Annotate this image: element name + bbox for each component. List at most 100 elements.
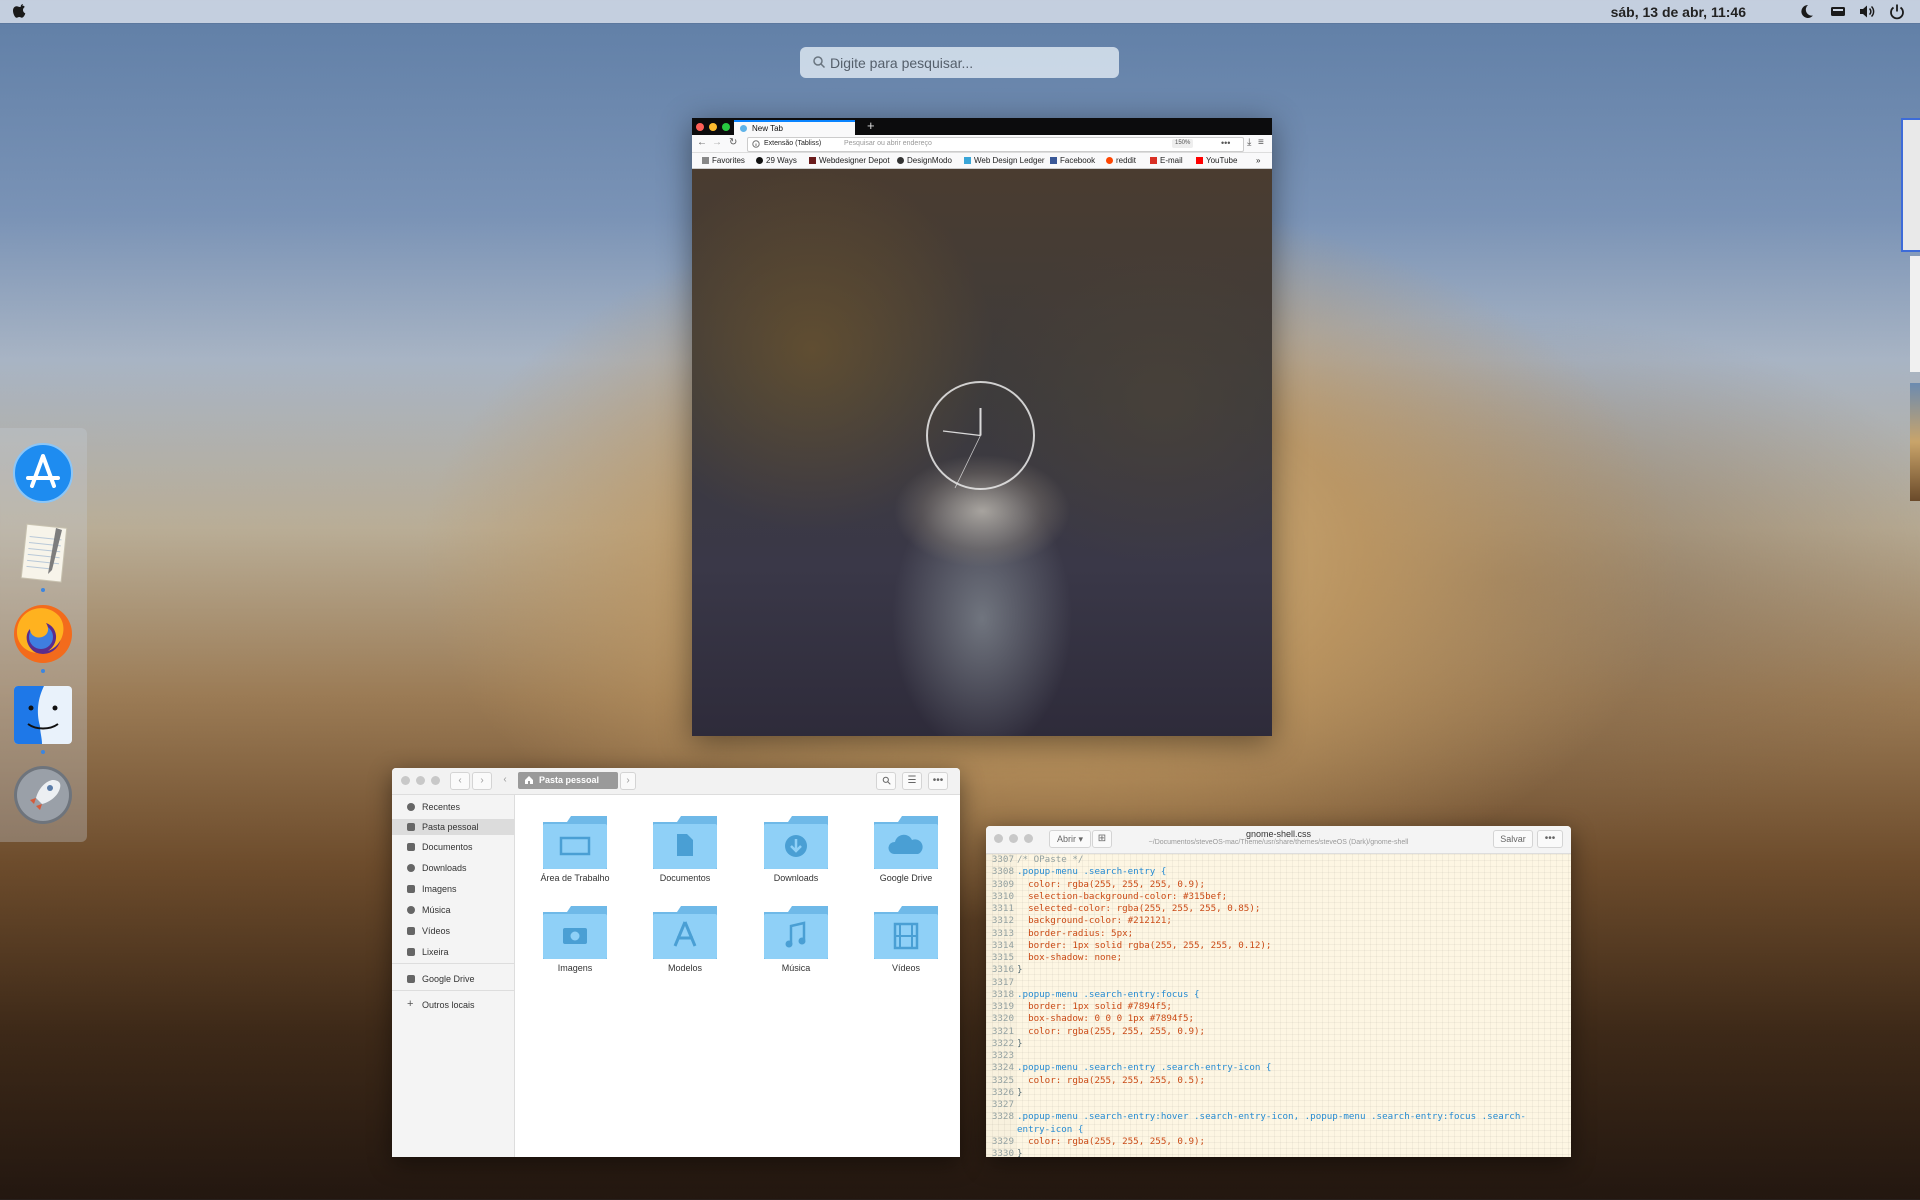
folder-modelos[interactable]: Modelos bbox=[638, 904, 728, 984]
bookmark-item[interactable]: DesignModo bbox=[897, 156, 952, 165]
text-editor-window[interactable]: Abrir ▾ ⊞ gnome-shell.css ~/Documentos/s… bbox=[986, 826, 1571, 1157]
info-icon[interactable] bbox=[752, 140, 760, 148]
music-icon bbox=[407, 906, 415, 914]
back-button[interactable]: ‹ bbox=[450, 772, 470, 790]
reload-icon[interactable]: ↻ bbox=[729, 137, 737, 149]
folder-label: Google Drive bbox=[879, 873, 933, 883]
editor-headerbar: Abrir ▾ ⊞ gnome-shell.css ~/Documentos/s… bbox=[986, 826, 1571, 854]
minimize-button[interactable] bbox=[1009, 834, 1018, 843]
menu-icon[interactable]: ≡ bbox=[1258, 137, 1264, 149]
bookmark-item[interactable]: YouTube bbox=[1196, 156, 1237, 165]
bookmark-item[interactable]: E-mail bbox=[1150, 156, 1183, 165]
back-icon[interactable]: ← bbox=[697, 137, 707, 149]
workspace-thumbnail[interactable] bbox=[1910, 383, 1920, 501]
sidebar-item-recentes[interactable]: Recentes bbox=[392, 799, 514, 815]
url-bar[interactable]: Extensão (Tabliss) Pesquisar ou abrir en… bbox=[747, 137, 1244, 152]
sidebar-item-google-drive[interactable]: Google Drive bbox=[392, 971, 514, 987]
close-button[interactable] bbox=[401, 776, 410, 785]
save-button[interactable]: Salvar bbox=[1493, 830, 1533, 848]
sidebar-divider bbox=[392, 990, 514, 991]
minimize-button[interactable] bbox=[416, 776, 425, 785]
line-number: 3326 bbox=[991, 1086, 1014, 1098]
moon-icon[interactable] bbox=[1797, 2, 1817, 21]
code-line: .popup-menu .search-entry .search-entry-… bbox=[1017, 1062, 1272, 1074]
code-line: color: rgba(255, 255, 255, 0.9); bbox=[1017, 1135, 1206, 1147]
dock-app-store[interactable] bbox=[12, 442, 74, 504]
folder-videos[interactable]: Vídeos bbox=[859, 904, 949, 984]
code-line: } bbox=[1017, 1037, 1023, 1049]
bookmark-item[interactable]: 29 Ways bbox=[756, 156, 797, 165]
code-text[interactable]: /* OPaste */.popup-menu .search-entry { … bbox=[1017, 854, 1562, 1157]
menu-icon[interactable]: ••• bbox=[928, 772, 948, 790]
files-window[interactable]: ‹ › ‹ Pasta pessoal › ☰ ••• Recentes Pas… bbox=[392, 768, 960, 1157]
dock-finder[interactable] bbox=[12, 684, 74, 746]
download-icon bbox=[407, 864, 415, 872]
sidebar-item-downloads[interactable]: Downloads bbox=[392, 860, 514, 876]
maximize-button[interactable] bbox=[722, 123, 730, 131]
breadcrumb[interactable]: Pasta pessoal bbox=[518, 772, 618, 789]
folder-documentos[interactable]: Documentos bbox=[638, 814, 728, 894]
bookmark-item[interactable]: Favorites bbox=[702, 156, 745, 165]
volume-icon[interactable] bbox=[1857, 2, 1877, 21]
maximize-button[interactable] bbox=[1024, 834, 1033, 843]
view-list-icon[interactable]: ☰ bbox=[902, 772, 922, 790]
sidebar-item-imagens[interactable]: Imagens bbox=[392, 881, 514, 897]
bookmark-item[interactable]: Facebook bbox=[1050, 156, 1095, 165]
line-number: 3308 bbox=[991, 866, 1014, 878]
code-line: color: rgba(255, 255, 255, 0.9); bbox=[1017, 878, 1206, 890]
sidebar-item-musica[interactable]: Música bbox=[392, 902, 514, 918]
home-icon bbox=[407, 823, 415, 831]
bookmark-favicon bbox=[756, 157, 763, 164]
open-button[interactable]: Abrir ▾ bbox=[1049, 830, 1091, 848]
sidebar-item-lixeira[interactable]: Lixeira bbox=[392, 944, 514, 960]
browser-window[interactable]: New Tab + ← → ↻ Extensão (Tabliss) Pesqu… bbox=[692, 118, 1272, 736]
search-entry[interactable]: Digite para pesquisar... bbox=[800, 47, 1119, 78]
sidebar-item-pasta-pessoal[interactable]: Pasta pessoal bbox=[392, 819, 514, 835]
minimize-button[interactable] bbox=[709, 123, 717, 131]
tab-new-tab[interactable]: New Tab bbox=[734, 120, 855, 135]
bookmark-item[interactable]: Webdesigner Depot bbox=[809, 156, 890, 165]
zoom-badge[interactable]: 150% bbox=[1172, 139, 1194, 148]
running-indicator bbox=[41, 750, 45, 754]
dock-firefox[interactable] bbox=[12, 603, 74, 665]
drive-icon bbox=[407, 975, 415, 983]
apple-icon[interactable] bbox=[12, 2, 28, 20]
close-button[interactable] bbox=[994, 834, 1003, 843]
folder-downloads[interactable]: Downloads bbox=[749, 814, 839, 894]
dock-launchpad[interactable] bbox=[12, 764, 74, 826]
bookmark-item[interactable]: Web Design Ledger bbox=[964, 156, 1045, 165]
path-left-icon[interactable]: ‹ bbox=[498, 772, 512, 788]
menu-icon[interactable]: ••• bbox=[1537, 830, 1563, 848]
download-icon[interactable]: ⤓ bbox=[1247, 137, 1251, 149]
running-indicator bbox=[41, 669, 45, 673]
workspace-thumbnail-active[interactable] bbox=[1901, 118, 1920, 252]
folder-area-de-trabalho[interactable]: Área de Trabalho bbox=[528, 814, 618, 894]
close-button[interactable] bbox=[696, 123, 704, 131]
keyboard-icon[interactable] bbox=[1828, 2, 1848, 21]
dock-text-editor[interactable] bbox=[12, 522, 74, 584]
forward-icon[interactable]: → bbox=[712, 137, 722, 149]
code-view[interactable]: 3307 3308 3309 3310 3311 3312 3313 3314 3315 3316… bbox=[986, 854, 1571, 1157]
clock[interactable]: sáb, 13 de abr, 11:46 bbox=[1611, 4, 1746, 20]
firefox-icon bbox=[14, 605, 72, 663]
search-button[interactable] bbox=[876, 772, 896, 790]
folder-imagens[interactable]: Imagens bbox=[528, 904, 618, 984]
sidebar-item-outros-locais[interactable]: + Outros locais bbox=[392, 997, 514, 1013]
identity-label: Extensão (Tabliss) bbox=[764, 140, 822, 147]
line-number: 3325 bbox=[991, 1074, 1014, 1086]
path-right-icon[interactable]: › bbox=[620, 772, 636, 790]
new-tab-button[interactable]: + bbox=[867, 119, 875, 133]
folder-musica[interactable]: Música bbox=[749, 904, 839, 984]
maximize-button[interactable] bbox=[431, 776, 440, 785]
folder-google-drive[interactable]: Google Drive bbox=[859, 814, 949, 894]
bookmark-item[interactable]: reddit bbox=[1106, 156, 1136, 165]
forward-button[interactable]: › bbox=[472, 772, 492, 790]
sidebar-item-documentos[interactable]: Documentos bbox=[392, 839, 514, 855]
sidebar-item-videos[interactable]: Vídeos bbox=[392, 923, 514, 939]
page-actions-icon[interactable]: ••• bbox=[1221, 138, 1230, 148]
line-number: 3330 bbox=[991, 1148, 1014, 1157]
workspace-thumbnail[interactable] bbox=[1910, 256, 1920, 372]
more-bookmarks-icon[interactable]: » bbox=[1256, 156, 1260, 165]
power-icon[interactable] bbox=[1887, 2, 1907, 21]
